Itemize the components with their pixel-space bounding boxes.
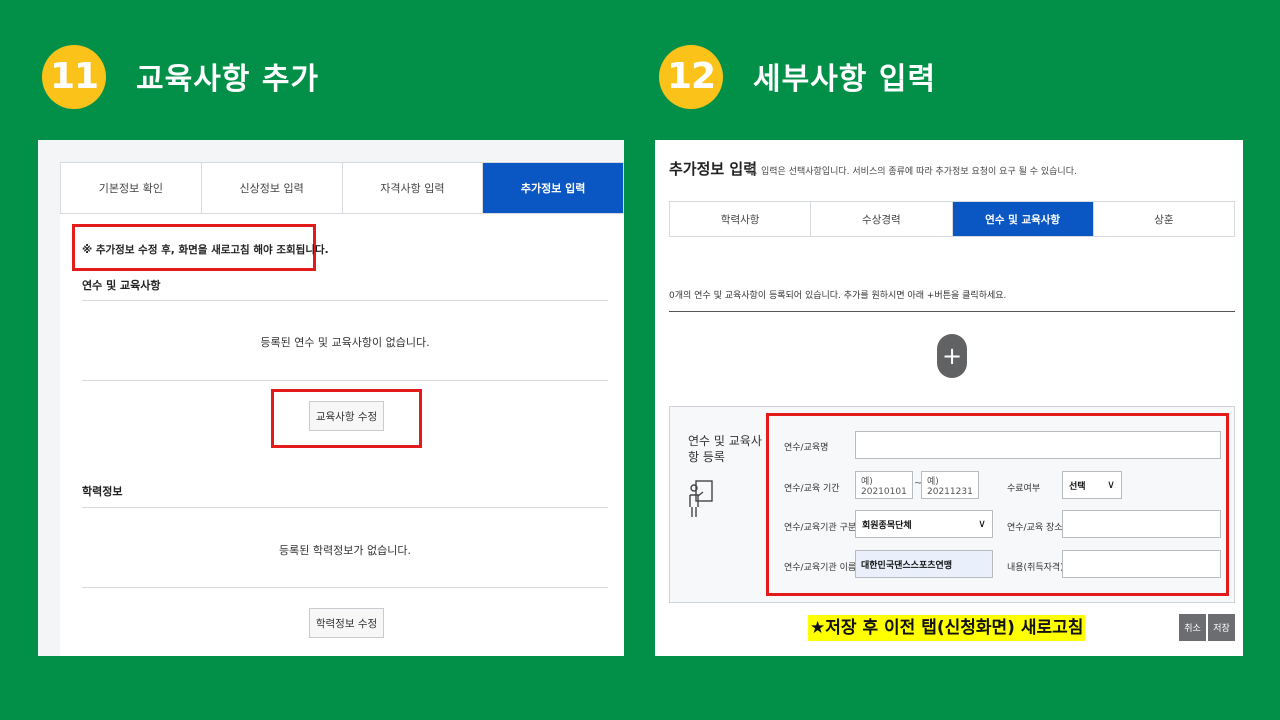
divider xyxy=(82,507,608,508)
tab-training[interactable]: 연수 및 교육사항 xyxy=(952,202,1094,236)
edit-education-button[interactable]: 학력정보 수정 xyxy=(309,608,384,638)
additional-info-title: 추가정보 입력 xyxy=(669,160,758,178)
add-entry-button[interactable]: + xyxy=(937,334,967,378)
tab-basic-info[interactable]: 기본정보 확인 xyxy=(61,163,202,213)
additional-info-tabs: 학력사항 수상경력 연수 및 교육사항 상훈 xyxy=(669,201,1235,237)
save-refresh-note: ★저장 후 이전 탭(신청화면) 새로고침 xyxy=(808,615,1086,641)
save-button[interactable]: 저장 xyxy=(1208,614,1235,641)
tab-awards[interactable]: 수상경력 xyxy=(811,202,953,236)
form-title: 연수 및 교육사항 등록 xyxy=(688,434,762,464)
education-empty-message: 등록된 학력정보가 없습니다. xyxy=(279,544,411,557)
training-section-title: 연수 및 교육사항 xyxy=(82,279,161,292)
step-12-title: 세부사항 입력 xyxy=(753,62,937,97)
divider xyxy=(82,300,608,301)
cancel-button[interactable]: 취소 xyxy=(1179,614,1206,641)
divider xyxy=(82,380,608,381)
optional-hint-text: 입력은 선택사항입니다. 서비스의 종류에 따라 추가정보 요청이 요구 될 수… xyxy=(761,167,1077,177)
step-11-badge: 11 xyxy=(42,45,106,109)
step-11-title: 교육사항 추가 xyxy=(136,62,320,97)
form-fields-highlight-box xyxy=(766,413,1229,596)
tab-qualification[interactable]: 자격사항 입력 xyxy=(343,163,484,213)
tab-personal-info[interactable]: 신상정보 입력 xyxy=(202,163,343,213)
right-screenshot-panel: 추가정보 입력 입력은 선택사항입니다. 서비스의 종류에 따라 추가정보 요청… xyxy=(655,140,1243,656)
registered-count-text: 0개의 연수 및 교육사항이 등록되어 있습니다. 추가를 원하시면 아래 +버… xyxy=(669,291,1007,301)
tab-decorations[interactable]: 상훈 xyxy=(1094,202,1234,236)
left-screenshot-panel: 기본정보 확인 신상정보 입력 자격사항 입력 추가정보 입력 ※ 추가정보 수… xyxy=(38,140,624,656)
divider xyxy=(669,311,1235,312)
step-12-badge: 12 xyxy=(659,45,723,109)
tab-education-history[interactable]: 학력사항 xyxy=(670,202,812,236)
refresh-notice: ※ 추가정보 수정 후, 화면을 새로고침 해야 조회됩니다. xyxy=(82,244,329,256)
application-tabs: 기본정보 확인 신상정보 입력 자격사항 입력 추가정보 입력 xyxy=(60,162,624,214)
tab-additional-info[interactable]: 추가정보 입력 xyxy=(483,163,623,213)
bell-icon xyxy=(747,164,757,176)
additional-info-card: 기본정보 확인 신상정보 입력 자격사항 입력 추가정보 입력 ※ 추가정보 수… xyxy=(60,162,624,656)
divider xyxy=(82,587,608,588)
instructor-board-icon xyxy=(689,480,713,517)
education-section-title: 학력정보 xyxy=(82,485,123,498)
edit-training-button[interactable]: 교육사항 수정 xyxy=(309,401,384,431)
training-empty-message: 등록된 연수 및 교육사항이 없습니다. xyxy=(260,336,430,349)
